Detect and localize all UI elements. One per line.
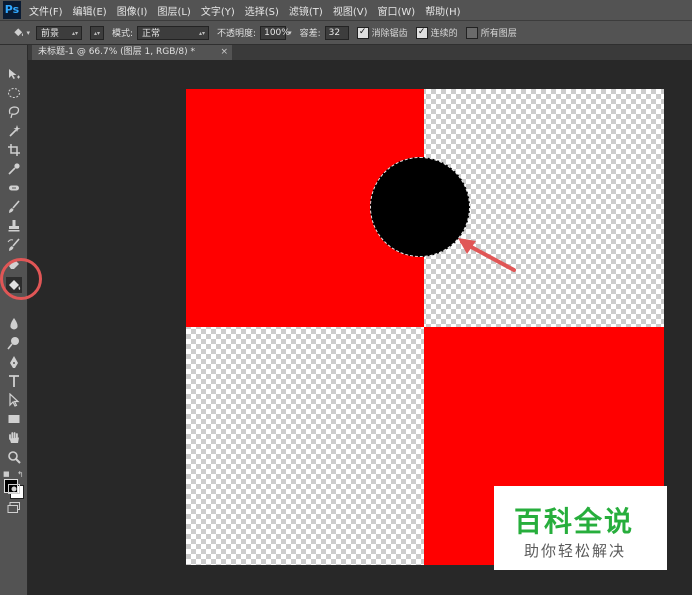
menu-help[interactable]: 帮助(H) <box>425 3 460 18</box>
menu-filter[interactable]: 滤镜(T) <box>289 3 323 18</box>
lasso-icon[interactable] <box>7 105 21 119</box>
document-tab-title: 未标题-1 @ 66.7% (图层 1, RGB/8) * <box>38 47 195 57</box>
blur-icon[interactable] <box>7 317 21 331</box>
menu-file[interactable]: 文件(F) <box>29 3 63 18</box>
close-icon[interactable]: × <box>220 45 228 60</box>
hand-icon[interactable] <box>7 431 21 445</box>
menu-edit[interactable]: 编辑(E) <box>73 3 107 18</box>
contiguous-checkbox[interactable]: ✓ <box>415 26 428 39</box>
fill-source-select[interactable]: 前景 <box>36 25 82 41</box>
menu-image[interactable]: 图像(I) <box>117 3 148 18</box>
mode-label: 模式: <box>112 29 134 39</box>
mode-select[interactable]: 正常 <box>137 25 210 41</box>
pen-icon[interactable] <box>7 355 21 369</box>
opacity-label: 不透明度: <box>217 29 257 39</box>
tool-preset-picker[interactable]: ▾ <box>12 24 36 42</box>
pattern-picker[interactable] <box>90 25 104 41</box>
magic-wand-icon[interactable] <box>7 124 21 138</box>
menu-view[interactable]: 视图(V) <box>333 3 368 18</box>
watermark-tagline: 助你轻松解决 <box>524 542 627 560</box>
menu-select[interactable]: 选择(S) <box>245 3 279 18</box>
menu-window[interactable]: 窗口(W) <box>377 3 415 18</box>
eyedropper-icon[interactable] <box>7 162 21 176</box>
clone-stamp-icon[interactable] <box>7 219 21 233</box>
screen-mode-icon[interactable] <box>7 501 21 515</box>
default-colors-icon[interactable]: ■ <box>3 470 10 478</box>
zoom-icon[interactable] <box>7 450 21 464</box>
path-selection-icon[interactable] <box>7 393 21 407</box>
app-logo: Ps <box>3 1 21 19</box>
annotation-highlight-circle <box>0 258 42 300</box>
rectangle-icon[interactable] <box>7 412 21 426</box>
watermark-box: 百科全说 助你轻松解决 <box>494 486 667 570</box>
antialias-label: 消除锯齿 <box>371 29 408 39</box>
brush-icon[interactable] <box>7 200 21 214</box>
contiguous-label: 连续的 <box>430 29 458 39</box>
tools-panel: ■ ↰ <box>0 45 28 595</box>
tolerance-input[interactable]: 32 <box>324 25 349 40</box>
opacity-input[interactable]: 100% <box>260 25 290 40</box>
menu-type[interactable]: 文字(Y) <box>201 3 235 18</box>
chevron-down-icon: ▾ <box>26 28 30 37</box>
move-icon[interactable] <box>7 67 21 81</box>
type-icon[interactable] <box>7 374 21 388</box>
menu-bar: Ps 文件(F) 编辑(E) 图像(I) 图层(L) 文字(Y) 选择(S) 滤… <box>0 0 692 21</box>
swap-colors-icon[interactable]: ↰ <box>17 470 24 479</box>
quick-mask-icon[interactable] <box>7 482 21 496</box>
black-circle-selection <box>370 157 470 257</box>
crop-icon[interactable] <box>7 143 21 157</box>
all-layers-checkbox[interactable] <box>465 26 478 39</box>
document-tab-bar: 未标题-1 @ 66.7% (图层 1, RGB/8) * × <box>28 45 692 60</box>
options-bar: ▾ 前景 模式: 正常 不透明度: 100% ▾ 容差: 32 ✓ 消除锯齿 ✓… <box>0 21 692 45</box>
marquee-icon[interactable] <box>7 86 21 100</box>
tolerance-label: 容差: <box>299 29 321 39</box>
antialias-checkbox[interactable]: ✓ <box>356 26 369 39</box>
history-brush-icon[interactable] <box>7 238 21 252</box>
opacity-slider-toggle[interactable]: ▾ <box>288 29 292 37</box>
document-tab[interactable]: 未标题-1 @ 66.7% (图层 1, RGB/8) * × <box>32 45 232 60</box>
healing-brush-icon[interactable] <box>7 181 21 195</box>
all-layers-label: 所有图层 <box>480 29 517 39</box>
paint-bucket-icon <box>14 27 24 36</box>
watermark-logo: 百科全说 <box>514 505 635 538</box>
dodge-icon[interactable] <box>7 336 21 350</box>
menu-layer[interactable]: 图层(L) <box>157 3 190 18</box>
